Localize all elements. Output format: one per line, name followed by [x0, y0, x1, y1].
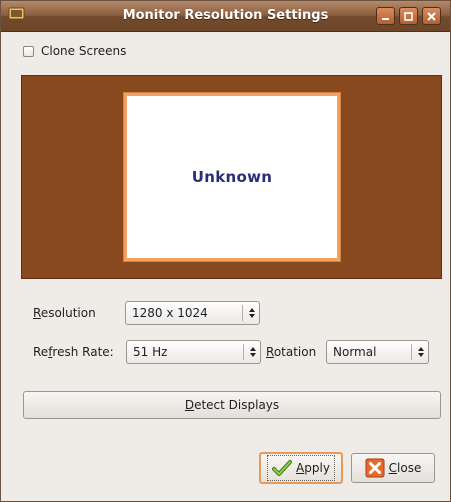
rotation-combo[interactable]: Normal — [326, 340, 429, 364]
apply-label: Apply — [296, 461, 330, 475]
close-x-icon — [365, 458, 385, 478]
rotation-label: Rotation — [266, 345, 317, 359]
resolution-label: Resolution — [33, 306, 96, 320]
detect-displays-button[interactable]: Detect Displays — [23, 391, 441, 419]
close-label: Close — [388, 461, 422, 475]
refresh-rate-label: Refresh Rate: — [33, 345, 114, 359]
clone-screens-checkbox[interactable] — [23, 45, 34, 57]
combo-separator — [242, 305, 243, 321]
monitor-name-label: Unknown — [191, 168, 273, 186]
updown-arrow-icon — [246, 342, 260, 362]
monitor-preview[interactable]: Unknown — [124, 93, 340, 261]
refresh-rate-combo[interactable]: 51 Hz — [126, 340, 261, 364]
checkmark-icon — [272, 458, 293, 478]
resolution-value: 1280 x 1024 — [132, 306, 208, 320]
combo-separator — [411, 344, 412, 360]
apply-button[interactable]: Apply — [259, 452, 343, 484]
clone-screens-label: Clone Screens — [41, 44, 127, 58]
clone-screens-option[interactable]: Clone Screens — [23, 42, 126, 60]
detect-displays-label: Detect Displays — [184, 398, 280, 412]
maximize-button[interactable] — [399, 7, 418, 25]
title-bar[interactable]: Monitor Resolution Settings — [1, 1, 450, 32]
updown-arrow-icon — [414, 342, 428, 362]
close-button[interactable]: Close — [351, 453, 435, 483]
minimize-icon — [382, 17, 389, 20]
refresh-rate-value: 51 Hz — [133, 345, 168, 359]
window-close-button[interactable] — [422, 7, 441, 25]
updown-arrow-icon — [245, 303, 259, 323]
minimize-button[interactable] — [376, 7, 395, 25]
close-icon — [427, 11, 436, 21]
dialog-content: Clone Screens Unknown Resolution 1280 x … — [1, 32, 450, 501]
combo-separator — [243, 344, 244, 360]
monitor-settings-window: Monitor Resolution Settings Clone Screen… — [0, 0, 451, 502]
resolution-combo[interactable]: 1280 x 1024 — [125, 301, 260, 325]
monitor-preview-area: Unknown — [21, 75, 442, 279]
rotation-value: Normal — [333, 345, 377, 359]
apply-focus-ring: Apply — [267, 455, 335, 481]
maximize-icon — [404, 11, 413, 21]
